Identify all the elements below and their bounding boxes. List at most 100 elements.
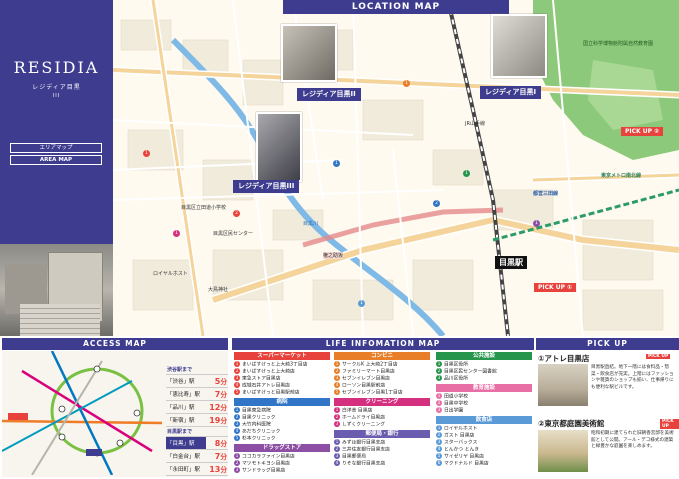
poi-hospital-1[interactable]: 1 bbox=[333, 160, 340, 167]
brand-panel: RESIDIA レジディア目黒 III エリアマップ AREA MAP bbox=[0, 0, 113, 244]
residence-3-label[interactable]: レジディア目黒III bbox=[233, 180, 300, 193]
list-item: 1 目黒区役所 bbox=[436, 361, 468, 368]
list-item: 2 目黒区民センター図書館 bbox=[436, 368, 497, 375]
table-row: 「目黒」駅 8分 bbox=[166, 436, 228, 450]
pickup-1-description: 目黒駅直結。地下一階には食料品・惣菜・飲食店が充実。上階にはファッションや雑貨の… bbox=[591, 365, 674, 390]
list-item: 2 三井住友銀行目黒支店 bbox=[334, 446, 390, 453]
list-item: 3 東急ストア目黒店 bbox=[234, 375, 281, 382]
pickup-2-description: 昭和初期に建てられた旧朝香宮邸を美術館として公開。アール・デコ様式の建築と緑豊か… bbox=[591, 431, 674, 449]
label-meguro-river: 目黒川 bbox=[303, 221, 319, 227]
residence-2-label[interactable]: レジディア目黒II bbox=[297, 88, 361, 101]
residence-1-label[interactable]: レジディア目黒I bbox=[480, 86, 542, 99]
residence-1-photo bbox=[491, 14, 547, 78]
cat-drugstore: ドラッグストア bbox=[234, 444, 330, 452]
cat-bank: 郵便局・銀行 bbox=[334, 430, 430, 438]
list-item: 3 サンドラッグ目黒店 bbox=[234, 467, 286, 474]
label-ohtori: 大鳥神社 bbox=[208, 287, 229, 293]
list-item: 2 マツモトキヨシ目黒店 bbox=[234, 460, 290, 467]
access-map-panel: 渋谷駅まで 「渋谷」駅 5分 「恵比寿」駅 7分 「品川」駅 12分 「新宿」駅 19分… bbox=[1, 350, 228, 477]
list-item: 3 目黒郵便局 bbox=[334, 453, 366, 460]
label-park: 国立科学博物館附属自然教育園 bbox=[583, 41, 654, 47]
list-item: 4 りそな銀行目黒支店 bbox=[334, 460, 386, 467]
poi-clean-1[interactable]: 1 bbox=[173, 230, 180, 237]
pickup-2-marker[interactable]: PICK UP ② bbox=[621, 127, 664, 136]
brand-number: III bbox=[52, 93, 61, 99]
poi-conv-1[interactable]: 1 bbox=[403, 80, 410, 87]
label-kumin-center: 目黒区民センター bbox=[213, 231, 254, 237]
access-station: 「品川」駅 bbox=[166, 400, 206, 414]
life-info-section: LIFE INFOMATION MAP スーパーマーケット 1 まいばすけっと上大… bbox=[232, 338, 534, 479]
list-item: 1 みずほ銀行目黒支店 bbox=[334, 439, 386, 446]
table-row: 「恵比寿」駅 7分 bbox=[166, 387, 228, 401]
label-school: 目黒区立田道小学校 bbox=[181, 205, 227, 211]
atre-meguro-photo bbox=[538, 364, 588, 406]
list-item: 3 大竹内科医院 bbox=[234, 421, 271, 428]
list-item: 4 とんかつ とんき bbox=[436, 446, 480, 453]
list-item: 6 マクドナルド 目黒店 bbox=[436, 460, 489, 467]
label-royal-host: ロイヤルホスト bbox=[153, 271, 188, 277]
photo-entrance-steps bbox=[20, 304, 100, 336]
list-item: 1 まいばすけっと上大崎3丁目店 bbox=[234, 361, 308, 368]
list-item: 5 杉本クリニック bbox=[234, 435, 276, 442]
list-item: 2 ファミリーマート目黒店 bbox=[334, 368, 395, 375]
access-minutes: 5分 bbox=[205, 374, 228, 388]
table-row: 「品川」駅 12分 bbox=[166, 400, 228, 414]
location-map-title: LOCATION MAP bbox=[283, 0, 509, 14]
list-item: 1 白洋舎 目黒店 bbox=[334, 407, 373, 414]
list-item: 2 ホームドライ目黒店 bbox=[334, 414, 386, 421]
list-item: 1 目黒東急病院 bbox=[234, 407, 271, 414]
poi-super-1[interactable]: 1 bbox=[143, 150, 150, 157]
list-item: 4 ローソン目黒駅前店 bbox=[334, 382, 386, 389]
cat-school: 教育施設 bbox=[436, 384, 532, 392]
access-map-title: ACCESS MAP bbox=[2, 338, 228, 350]
cat-food: 飲食店 bbox=[436, 416, 532, 424]
list-item: 3 セブンイレブン目黒店 bbox=[334, 375, 390, 382]
map-roads bbox=[113, 0, 679, 336]
list-item: 5 セブンイレブン目黒1丁目店 bbox=[334, 389, 403, 396]
meguro-station-label[interactable]: 目黒駅 bbox=[495, 256, 527, 269]
pickup-title: PICK UP bbox=[536, 338, 679, 350]
pickup-1-title: ①アトレ目黒店 bbox=[538, 354, 590, 363]
poi-food-1[interactable]: 1 bbox=[358, 300, 365, 307]
access-header-2: 目黒駅まで bbox=[166, 426, 228, 437]
poi-public-1[interactable]: 1 bbox=[463, 170, 470, 177]
pickup-2-badge: PICK UP bbox=[660, 419, 679, 429]
list-item: 5 サイゼリヤ 目黒店 bbox=[436, 453, 484, 460]
poi-hospital-2[interactable]: 2 bbox=[433, 200, 440, 207]
location-map[interactable]: LOCATION MAP レジディア目黒II レジディア目黒I レジディア目黒I… bbox=[113, 0, 679, 336]
area-map-tag-en: AREA MAP bbox=[10, 155, 102, 165]
access-minutes: 8分 bbox=[205, 436, 228, 450]
list-item: 1 ココカラファイン目黒店 bbox=[234, 453, 295, 460]
cat-cleaning: クリーニング bbox=[334, 398, 430, 406]
access-station: 「永田町」駅 bbox=[166, 462, 206, 476]
access-minutes: 7分 bbox=[205, 387, 228, 401]
pickup-1-badge: PICK UP bbox=[646, 354, 671, 359]
access-minutes: 13分 bbox=[205, 462, 228, 476]
life-info-title: LIFE INFOMATION MAP bbox=[232, 338, 534, 350]
access-map-section: ACCESS MAP 渋谷駅まで 「渋谷」駅 5分 「恵比寿」駅 7分 「品川」駅 1… bbox=[0, 338, 230, 479]
teien-museum-photo bbox=[538, 430, 588, 472]
list-item: 1 田道小学校 bbox=[436, 393, 468, 400]
list-item: 5 まいばすけっと目黒駅前店 bbox=[234, 389, 300, 396]
residence-2-photo bbox=[281, 24, 337, 82]
pickup-1-marker[interactable]: PICK UP ① bbox=[534, 283, 577, 292]
access-station-main: 「目黒」駅 bbox=[166, 436, 206, 450]
list-item: 3 スターバックス bbox=[436, 439, 478, 446]
cat-public: 公共施設 bbox=[436, 352, 532, 360]
access-minutes: 7分 bbox=[205, 449, 228, 463]
list-item: 1 サークルK 上大崎2丁目店 bbox=[334, 361, 398, 368]
table-row: 「渋谷」駅 5分 bbox=[166, 374, 228, 388]
access-minutes: 12分 bbox=[205, 400, 228, 414]
access-station: 「新宿」駅 bbox=[166, 413, 206, 427]
cat-convenience: コンビニ bbox=[334, 352, 430, 360]
brand-subtitle: レジディア目黒 bbox=[32, 84, 81, 91]
list-item: 3 しずくクリーニング bbox=[334, 421, 386, 428]
poi-super-2[interactable]: 2 bbox=[233, 210, 240, 217]
building-entrance-photo bbox=[0, 244, 113, 336]
poi-bank-1[interactable]: 1 bbox=[533, 220, 540, 227]
cat-supermarket: スーパーマーケット bbox=[234, 352, 330, 360]
list-item: 2 目黒中学校 bbox=[436, 400, 468, 407]
area-map-tag-jp: エリアマップ bbox=[10, 143, 102, 153]
table-row: 「新宿」駅 19分 bbox=[166, 413, 228, 427]
brand-logo: RESIDIA bbox=[13, 58, 100, 77]
